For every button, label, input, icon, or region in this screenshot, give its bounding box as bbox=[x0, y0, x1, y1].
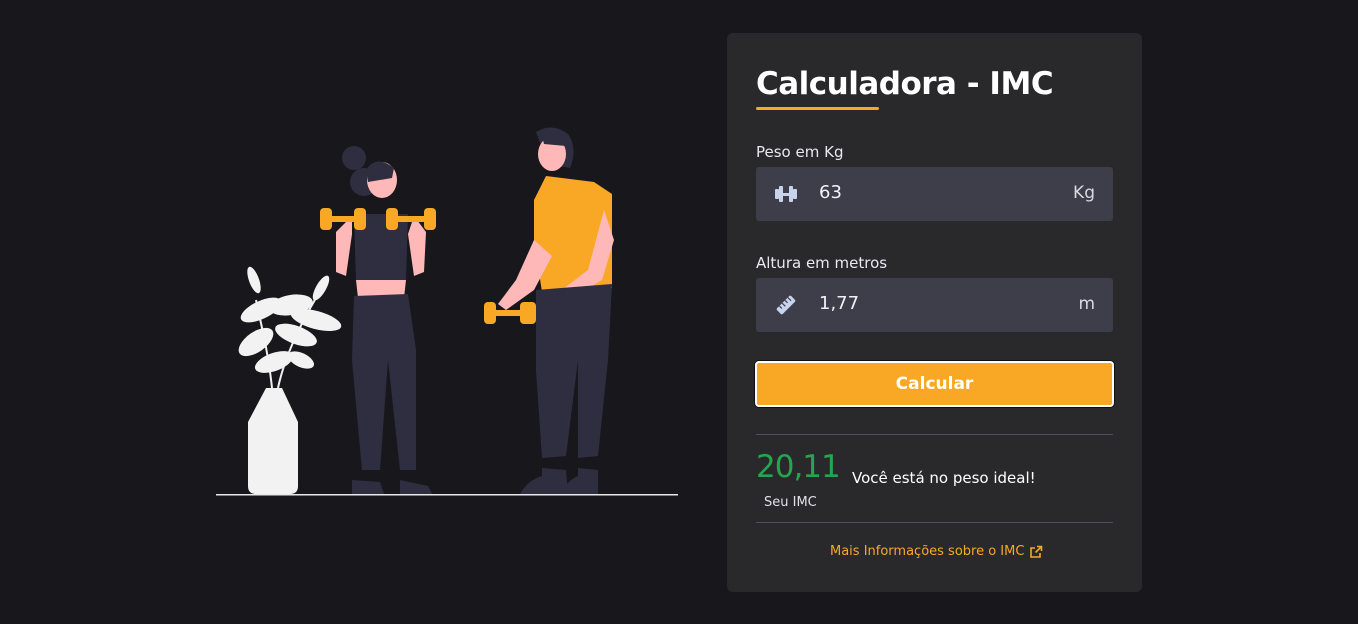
man-figure bbox=[484, 127, 614, 494]
title-underline bbox=[756, 107, 879, 110]
calculator-card: Calculadora - IMC Peso em Kg Kg Altura e… bbox=[727, 33, 1142, 592]
height-label: Altura em metros bbox=[756, 254, 888, 272]
imc-result-value: 20,11 bbox=[756, 449, 841, 485]
divider bbox=[756, 522, 1113, 523]
more-info-link[interactable]: Mais Informações sobre o IMC bbox=[830, 544, 1043, 559]
external-link-icon bbox=[1030, 545, 1043, 558]
weight-input[interactable] bbox=[819, 182, 1039, 203]
weight-label: Peso em Kg bbox=[756, 143, 844, 161]
height-unit: m bbox=[1078, 294, 1095, 314]
divider bbox=[756, 434, 1113, 435]
more-info-label: Mais Informações sobre o IMC bbox=[830, 544, 1025, 559]
imc-result-caption: Seu IMC bbox=[764, 495, 817, 510]
page-title: Calculadora - IMC bbox=[756, 66, 1054, 102]
calculate-button[interactable]: Calcular bbox=[755, 361, 1114, 407]
ruler-icon bbox=[776, 295, 796, 315]
weight-unit: Kg bbox=[1073, 183, 1095, 203]
plant bbox=[238, 266, 342, 389]
weight-field[interactable]: Kg bbox=[756, 167, 1113, 221]
dumbbell-icon bbox=[775, 186, 797, 202]
imc-result-message: Você está no peso ideal! bbox=[852, 469, 1036, 487]
fitness-illustration bbox=[216, 127, 678, 496]
height-field[interactable]: m bbox=[756, 278, 1113, 332]
height-input[interactable] bbox=[819, 293, 1039, 314]
vase bbox=[248, 388, 298, 494]
ground-line bbox=[216, 494, 678, 496]
woman-figure bbox=[320, 146, 436, 494]
